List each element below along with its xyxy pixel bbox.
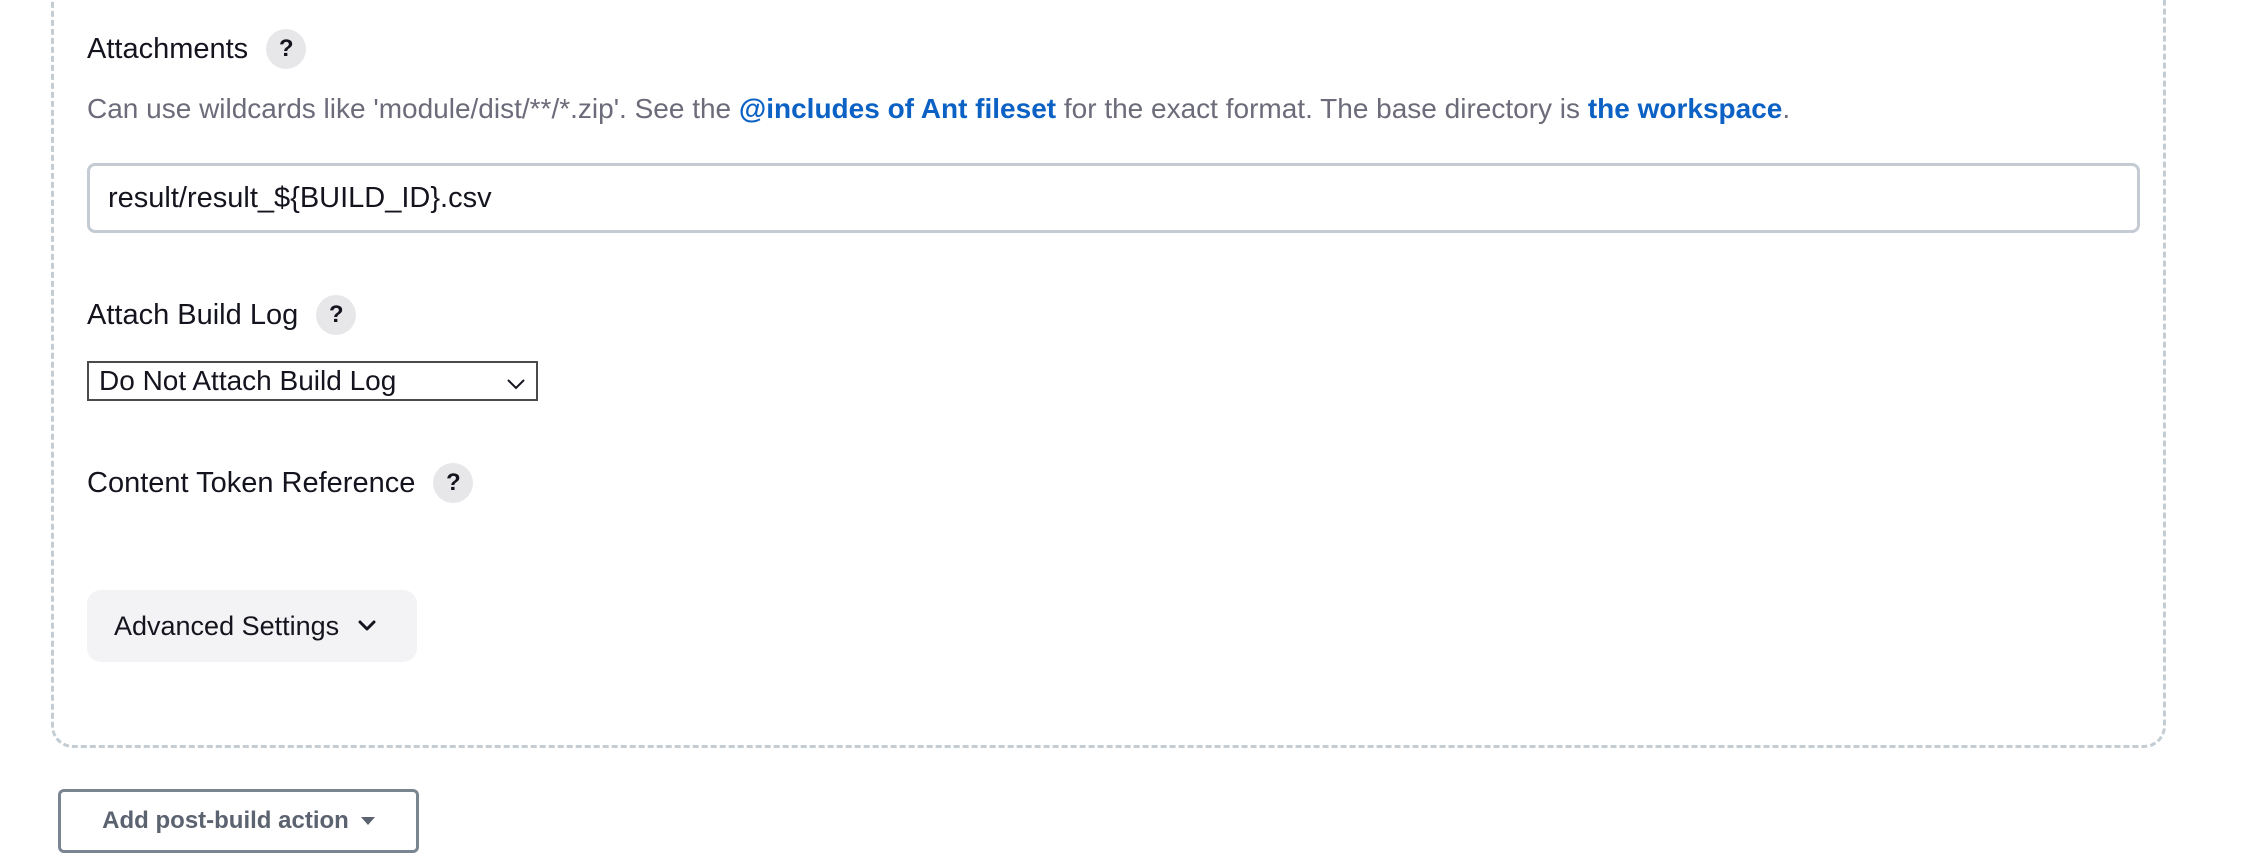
attach-build-log-help-icon[interactable]: ?: [316, 295, 357, 335]
attach-build-log-label: Attach Build Log: [87, 298, 299, 331]
attach-build-log-label-row: Attach Build Log ?: [87, 295, 357, 335]
workspace-link[interactable]: the workspace: [1588, 93, 1783, 124]
attach-build-log-selected: Do Not Attach Build Log: [99, 365, 397, 396]
desc-middle: for the exact format. The base directory…: [1056, 93, 1588, 124]
attachments-label-row: Attachments ?: [87, 29, 307, 69]
attachments-help-icon[interactable]: ?: [266, 29, 307, 69]
attachments-input[interactable]: [87, 163, 2140, 233]
content-token-label: Content Token Reference: [87, 466, 416, 499]
attachments-description: Can use wildcards like 'module/dist/**/*…: [87, 93, 1790, 125]
ant-fileset-link[interactable]: @includes of Ant fileset: [739, 93, 1056, 124]
content-token-label-row: Content Token Reference ?: [87, 463, 474, 503]
chevron-down-icon: [506, 365, 526, 397]
caret-down-icon: [360, 817, 375, 825]
attachments-label: Attachments: [87, 32, 249, 65]
advanced-settings-button[interactable]: Advanced Settings: [87, 590, 417, 662]
chevron-down-icon: [357, 619, 377, 633]
add-post-build-action-label: Add post-build action: [102, 807, 349, 834]
content-token-help-icon[interactable]: ?: [433, 463, 474, 503]
desc-suffix: .: [1782, 93, 1791, 124]
attach-build-log-select[interactable]: Do Not Attach Build Log: [87, 361, 538, 401]
advanced-settings-label: Advanced Settings: [114, 610, 340, 641]
add-post-build-action-button[interactable]: Add post-build action: [58, 789, 419, 853]
desc-prefix: Can use wildcards like 'module/dist/**/*…: [87, 93, 739, 124]
